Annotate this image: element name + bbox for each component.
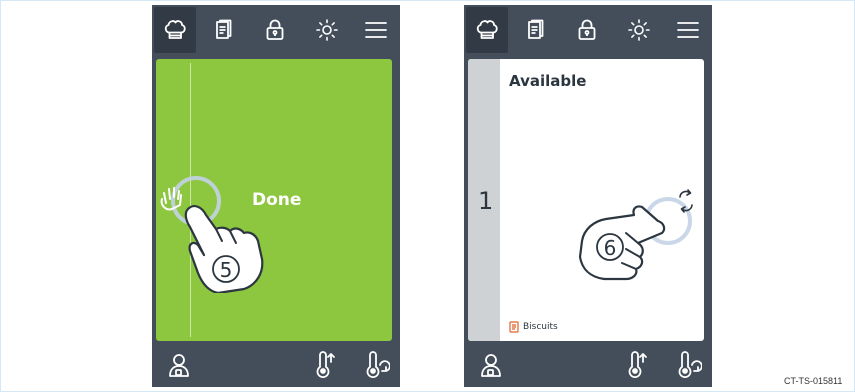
user-button[interactable] xyxy=(478,351,504,379)
sun-icon xyxy=(316,19,338,41)
temperature-up-icon xyxy=(316,351,335,378)
bottom-toolbar xyxy=(152,343,400,387)
step-number: 5 xyxy=(220,258,233,282)
temperature-refresh-button[interactable] xyxy=(676,351,703,379)
recipes-button[interactable] xyxy=(202,7,244,53)
status-label: Available xyxy=(509,72,587,90)
menu-icon xyxy=(365,22,387,38)
temperature-refresh-button[interactable] xyxy=(364,351,391,379)
chef-hat-icon xyxy=(164,20,186,39)
slot-number: 1 xyxy=(478,187,494,215)
recipe-row: Biscuits xyxy=(509,321,558,333)
brightness-button[interactable] xyxy=(618,7,660,53)
recipe-label: Biscuits xyxy=(523,322,558,332)
temperature-refresh-icon xyxy=(366,351,391,378)
top-toolbar xyxy=(464,5,712,56)
brightness-button[interactable] xyxy=(306,7,348,53)
document-code: CT-TS-015811 xyxy=(784,376,843,386)
menu-icon xyxy=(677,22,699,38)
menu-button[interactable] xyxy=(355,7,397,53)
user-icon xyxy=(169,354,189,377)
temperature-up-button[interactable] xyxy=(312,351,338,379)
recipe-book-icon xyxy=(509,321,519,333)
lock-button[interactable] xyxy=(566,7,608,53)
recipe-book-icon xyxy=(216,19,232,39)
pointing-hand-icon: 6 xyxy=(578,205,666,281)
pointing-hand-icon: 5 xyxy=(184,205,264,293)
tap-gesture-overlay: 6 xyxy=(578,189,693,281)
chef-hat-button[interactable] xyxy=(466,7,508,53)
menu-button[interactable] xyxy=(667,7,709,53)
temperature-up-button[interactable] xyxy=(624,351,650,379)
device-screen-right: 1 Available Biscuits 6 xyxy=(464,5,712,387)
temperature-up-icon xyxy=(628,351,647,378)
recipe-book-icon xyxy=(528,19,544,39)
device-screen-left: Done 5 xyxy=(152,5,400,387)
page-frame xyxy=(0,0,855,392)
bottom-toolbar xyxy=(464,343,712,387)
chef-hat-button[interactable] xyxy=(154,7,196,53)
lock-icon xyxy=(578,19,596,40)
sun-icon xyxy=(628,19,650,41)
step-number: 6 xyxy=(604,236,617,260)
lock-button[interactable] xyxy=(254,7,296,53)
swipe-gesture-overlay: 5 xyxy=(160,176,264,293)
user-button[interactable] xyxy=(166,351,192,379)
recipes-button[interactable] xyxy=(514,7,556,53)
user-icon xyxy=(481,354,501,377)
temperature-refresh-icon xyxy=(678,351,703,378)
lock-icon xyxy=(266,19,284,40)
chef-hat-icon xyxy=(476,20,498,39)
top-toolbar xyxy=(152,5,400,56)
